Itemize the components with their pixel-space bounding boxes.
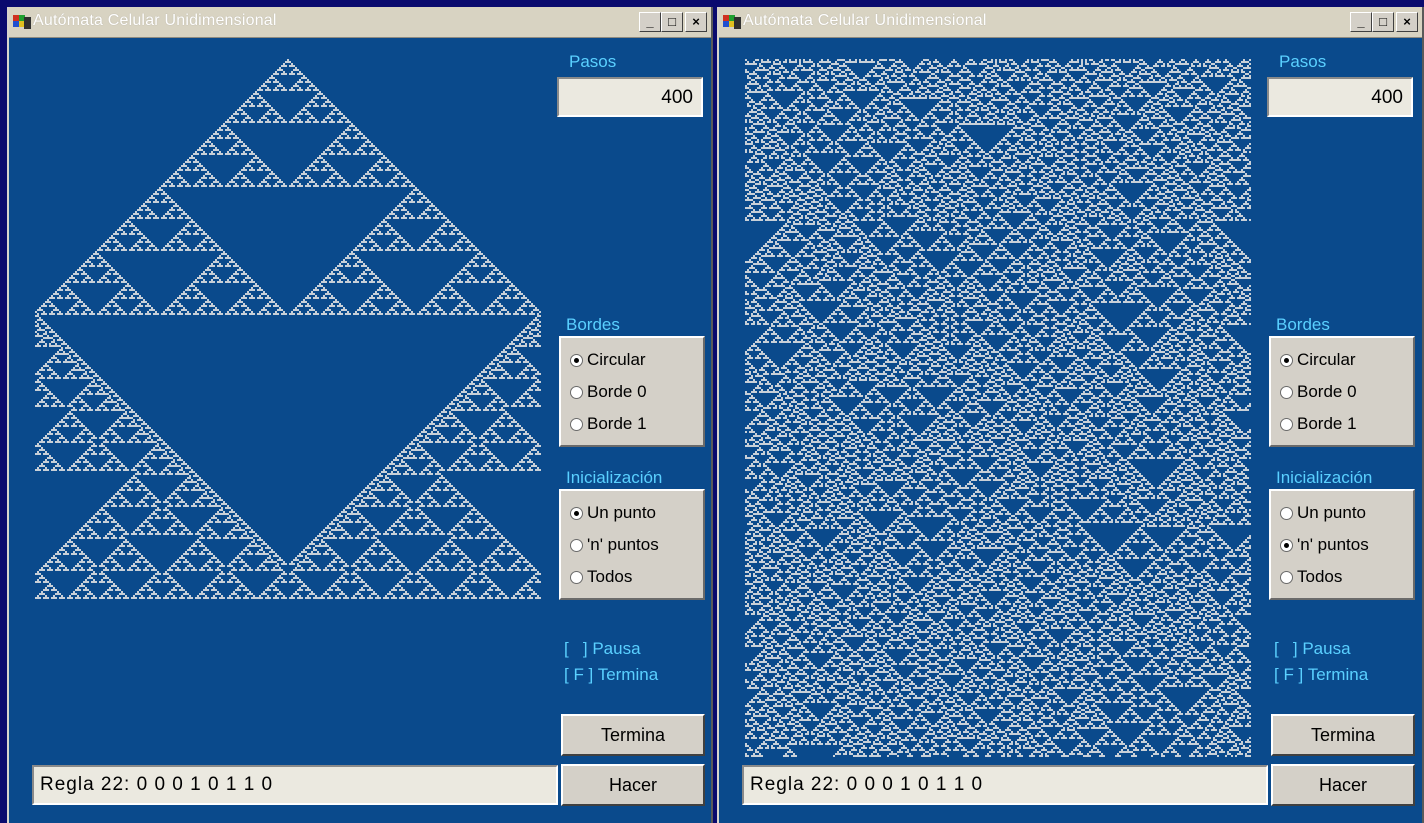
close-icon[interactable]: × [685, 12, 707, 32]
radio-selected-icon [570, 506, 583, 520]
radio-n-puntos[interactable]: 'n' puntos [561, 529, 703, 561]
hacer-button[interactable]: Hacer [561, 764, 705, 806]
radio-selected-icon [1280, 353, 1293, 367]
title-bar[interactable]: Autómata Celular Unidimensional _ □ × [9, 7, 711, 38]
pasos-input[interactable]: 400 [1267, 77, 1413, 117]
automaton-grid [35, 59, 541, 599]
radio-icon [570, 570, 583, 584]
pausa-hint: [ ] Pausa [1274, 639, 1351, 658]
pasos-input[interactable]: 400 [557, 77, 703, 117]
maximize-icon[interactable]: □ [1372, 12, 1394, 32]
app-icon [13, 15, 31, 29]
radio-circular[interactable]: Circular [561, 344, 703, 376]
termina-button[interactable]: Termina [561, 714, 705, 756]
inicializacion-group: Un punto 'n' puntos Todos [1269, 489, 1415, 600]
radio-borde-0[interactable]: Borde 0 [1271, 376, 1413, 408]
window-left: Autómata Celular Unidimensional _ □ × Pa… [7, 7, 713, 823]
bordes-group: Circular Borde 0 Borde 1 [1269, 336, 1415, 447]
inicializacion-label: Inicialización [1276, 468, 1373, 487]
automaton-cells [745, 59, 1251, 757]
radio-selected-icon [570, 353, 583, 367]
pasos-label: Pasos [1279, 52, 1327, 71]
radio-borde-1[interactable]: Borde 1 [561, 408, 703, 440]
bordes-label: Bordes [566, 315, 620, 334]
radio-selected-icon [1280, 538, 1293, 552]
minimize-icon[interactable]: _ [639, 12, 661, 32]
radio-icon [1280, 417, 1293, 431]
radio-n-puntos[interactable]: 'n' puntos [1271, 529, 1413, 561]
inicializacion-label: Inicialización [566, 468, 663, 487]
pasos-label: Pasos [569, 52, 617, 71]
automaton-cells [35, 59, 541, 599]
automaton-canvas [35, 59, 541, 757]
window-title: Autómata Celular Unidimensional [33, 12, 277, 29]
radio-icon [570, 385, 583, 399]
radio-todos[interactable]: Todos [1271, 561, 1413, 593]
inicializacion-group: Un punto 'n' puntos Todos [559, 489, 705, 600]
close-icon[interactable]: × [1396, 12, 1418, 32]
radio-borde-1[interactable]: Borde 1 [1271, 408, 1413, 440]
regla-field[interactable]: Regla 22: 0 0 0 1 0 1 1 0 [32, 765, 558, 805]
radio-un-punto[interactable]: Un punto [561, 497, 703, 529]
maximize-icon[interactable]: □ [661, 12, 683, 32]
radio-icon [570, 538, 583, 552]
regla-field[interactable]: Regla 22: 0 0 0 1 0 1 1 0 [742, 765, 1268, 805]
radio-borde-0[interactable]: Borde 0 [561, 376, 703, 408]
bordes-label: Bordes [1276, 315, 1330, 334]
pausa-hint: [ ] Pausa [564, 639, 641, 658]
title-bar[interactable]: Autómata Celular Unidimensional _ □ × [719, 7, 1422, 38]
radio-icon [1280, 385, 1293, 399]
radio-icon [1280, 506, 1293, 520]
radio-icon [1280, 570, 1293, 584]
window-right: Autómata Celular Unidimensional _ □ × Pa… [717, 7, 1424, 823]
radio-circular[interactable]: Circular [1271, 344, 1413, 376]
app-icon [723, 15, 741, 29]
termina-hint: [ F ] Termina [1274, 665, 1369, 684]
automaton-grid [745, 59, 1251, 757]
minimize-icon[interactable]: _ [1350, 12, 1372, 32]
automaton-canvas [745, 59, 1251, 757]
radio-todos[interactable]: Todos [561, 561, 703, 593]
radio-icon [570, 417, 583, 431]
bordes-group: Circular Borde 0 Borde 1 [559, 336, 705, 447]
hacer-button[interactable]: Hacer [1271, 764, 1415, 806]
window-title: Autómata Celular Unidimensional [743, 12, 987, 29]
termina-hint: [ F ] Termina [564, 665, 659, 684]
radio-un-punto[interactable]: Un punto [1271, 497, 1413, 529]
termina-button[interactable]: Termina [1271, 714, 1415, 756]
